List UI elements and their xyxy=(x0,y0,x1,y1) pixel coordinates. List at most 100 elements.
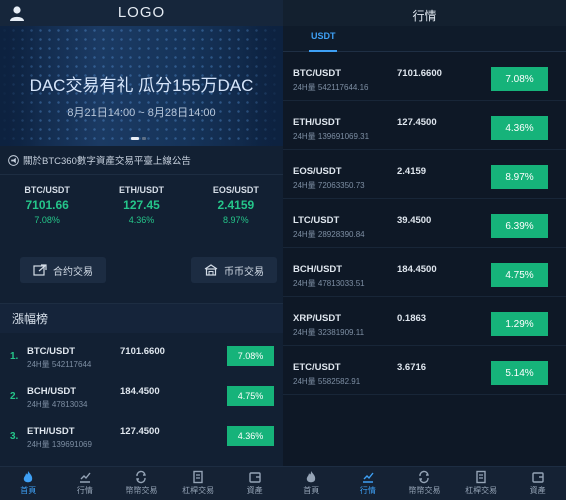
ticker-item[interactable]: EOS/USDT 2.4159 8.97% xyxy=(189,185,283,241)
last-price: 184.4500 xyxy=(397,264,437,275)
flame-icon xyxy=(307,471,316,483)
ticker-change: 7.08% xyxy=(34,215,60,225)
pair-name: EOS/USDT xyxy=(293,166,342,177)
market-list: BTC/USDT 24H量 542117644.16 7101.6600 7.0… xyxy=(283,52,566,395)
gainers-title: 漲幅榜 xyxy=(0,303,283,333)
last-price: 7101.6600 xyxy=(120,346,165,357)
change-badge: 8.97% xyxy=(491,165,548,189)
nav-margin-trade[interactable]: 杠桿交易 xyxy=(170,467,227,500)
table-row[interactable]: EOS/USDT 24H量 72063350.73 2.4159 8.97% xyxy=(283,150,566,199)
announcement-icon xyxy=(8,154,19,166)
last-price: 7101.6600 xyxy=(397,68,442,79)
change-badge: 4.36% xyxy=(227,426,274,446)
banner-title: DAC交易有礼 瓜分155万DAC xyxy=(29,76,254,95)
nav-label: 杠桿交易 xyxy=(465,486,498,495)
market-screen: 行情 USDT BTC/USDT 24H量 542117644.16 7101.… xyxy=(283,0,566,500)
ticker-pair: EOS/USDT xyxy=(212,185,259,195)
promo-banner[interactable]: DAC交易有礼 瓜分155万DAC 8月21日14:00 ~ 8月28日14:0… xyxy=(0,26,283,146)
last-price: 127.4500 xyxy=(397,117,437,128)
bottom-nav: 首頁 行情 幣幣交易 杠桿交易 資產 xyxy=(0,466,283,500)
pair-name: BCH/USDT xyxy=(293,264,343,275)
ticker-strip: BTC/USDT 7101.66 7.08% ETH/USDT 127.45 4… xyxy=(0,175,283,241)
table-row[interactable]: LTC/USDT 24H量 28928390.84 39.4500 6.39% xyxy=(283,199,566,248)
nav-market[interactable]: 行情 xyxy=(57,467,114,500)
volume-24h: 24H量 139691069 xyxy=(27,440,92,449)
gainers-list: 1. BTC/USDT 24H量 542117644 7101.6600 7.0… xyxy=(0,333,283,459)
coin-trade-button[interactable]: 币币交易 xyxy=(191,257,277,283)
banner-dates: 8月21日14:00 ~ 8月28日14:00 xyxy=(67,107,216,119)
tab-usdt[interactable]: USDT xyxy=(311,31,336,41)
last-price: 0.1863 xyxy=(397,313,427,324)
nav-label: 杠桿交易 xyxy=(182,486,215,495)
nav-coin-trade[interactable]: 幣幣交易 xyxy=(396,467,453,500)
volume-24h: 24H量 5582582.91 xyxy=(293,377,361,386)
change-badge: 7.08% xyxy=(227,346,274,366)
home-header: LOGO xyxy=(0,0,283,26)
last-price: 127.4500 xyxy=(120,426,160,437)
nav-label: 首頁 xyxy=(303,486,320,495)
ticker-item[interactable]: BTC/USDT 7101.66 7.08% xyxy=(0,185,94,241)
nav-market[interactable]: 行情 xyxy=(340,467,397,500)
ticker-price: 127.45 xyxy=(123,198,160,212)
last-price: 2.4159 xyxy=(397,166,427,177)
volume-24h: 24H量 32381909.11 xyxy=(293,328,365,337)
change-badge: 7.08% xyxy=(491,67,548,91)
last-price: 184.4500 xyxy=(120,386,160,397)
contract-icon xyxy=(33,264,47,276)
nav-label: 資產 xyxy=(246,486,263,495)
change-badge: 6.39% xyxy=(491,214,548,238)
nav-home[interactable]: 首頁 xyxy=(0,467,57,500)
home-screen: LOGO DAC交易有礼 瓜分155万DAC 8月21日14:00 ~ 8月28… xyxy=(0,0,283,500)
nav-label: 資產 xyxy=(529,486,546,495)
document-icon xyxy=(476,470,486,484)
nav-assets[interactable]: 資產 xyxy=(509,467,566,500)
volume-24h: 24H量 47813033.51 xyxy=(293,279,365,288)
coin-trade-label: 币币交易 xyxy=(224,266,264,278)
wallet-icon xyxy=(248,472,261,483)
ticker-price: 2.4159 xyxy=(217,198,255,212)
nav-label: 幣幣交易 xyxy=(408,486,441,495)
nav-assets[interactable]: 資產 xyxy=(226,467,283,500)
ticker-price: 7101.66 xyxy=(25,198,69,212)
swap-icon xyxy=(419,470,430,484)
chart-icon xyxy=(362,472,374,483)
table-row[interactable]: BCH/USDT 24H量 47813033.51 184.4500 4.75% xyxy=(283,248,566,297)
change-badge: 4.75% xyxy=(491,263,548,287)
table-row[interactable]: ETC/USDT 24H量 5582582.91 3.6716 5.14% xyxy=(283,346,566,395)
pair-name: ETC/USDT xyxy=(293,362,341,373)
volume-24h: 24H量 28928390.84 xyxy=(293,230,365,239)
change-badge: 1.29% xyxy=(491,312,548,336)
wallet-icon xyxy=(531,472,544,483)
nav-coin-trade[interactable]: 幣幣交易 xyxy=(113,467,170,500)
nav-label: 行情 xyxy=(76,486,93,495)
pair-name: ETH/USDT xyxy=(27,426,75,437)
ticker-item[interactable]: ETH/USDT 127.45 4.36% xyxy=(94,185,188,241)
document-icon xyxy=(193,470,203,484)
ticker-change: 8.97% xyxy=(223,215,249,225)
volume-24h: 24H量 542117644.16 xyxy=(293,83,369,92)
table-row[interactable]: BTC/USDT 24H量 542117644.16 7101.6600 7.0… xyxy=(283,52,566,101)
rank-number: 2. xyxy=(10,391,19,402)
change-badge: 5.14% xyxy=(491,361,548,385)
ticker-pair: BTC/USDT xyxy=(24,185,70,195)
pair-name: LTC/USDT xyxy=(293,215,340,226)
table-row[interactable]: XRP/USDT 24H量 32381909.11 0.1863 1.29% xyxy=(283,297,566,346)
list-item[interactable]: 1. BTC/USDT 24H量 542117644 7101.6600 7.0… xyxy=(0,339,283,379)
quick-actions: 合约交易 币币交易 xyxy=(0,257,283,283)
nav-label: 首頁 xyxy=(20,486,37,495)
list-item[interactable]: 2. BCH/USDT 24H量 47813034 184.4500 4.75% xyxy=(0,379,283,419)
bottom-nav: 首頁 行情 幣幣交易 杠桿交易 資產 xyxy=(283,466,566,500)
nav-margin-trade[interactable]: 杠桿交易 xyxy=(453,467,510,500)
volume-24h: 24H量 47813034 xyxy=(27,400,88,409)
nav-label: 幣幣交易 xyxy=(125,486,158,495)
rank-number: 3. xyxy=(10,431,19,442)
carousel-dot-active[interactable] xyxy=(131,137,139,140)
list-item[interactable]: 3. ETH/USDT 24H量 139691069 127.4500 4.36… xyxy=(0,419,283,459)
table-row[interactable]: ETH/USDT 24H量 139691069.31 127.4500 4.36… xyxy=(283,101,566,150)
announcement-bar[interactable]: 關於BTC360數字資產交易平臺上線公告 xyxy=(0,146,283,174)
nav-home[interactable]: 首頁 xyxy=(283,467,340,500)
chart-icon xyxy=(79,472,91,483)
carousel-dot[interactable] xyxy=(142,137,146,140)
market-tabs: USDT xyxy=(283,26,566,52)
contract-trade-button[interactable]: 合约交易 xyxy=(20,257,106,283)
